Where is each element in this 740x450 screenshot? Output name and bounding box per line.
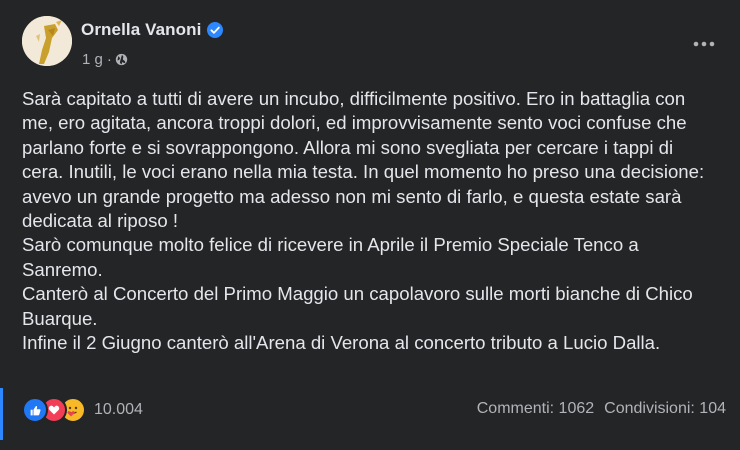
shares-count-link[interactable]: Condivisioni: 104 [604,400,726,418]
post-stats: Commenti: 1062 Condivisioni: 104 [477,400,726,418]
like-reaction-icon [22,397,48,423]
comments-count-link[interactable]: Commenti: 1062 [477,400,594,418]
reactions-summary[interactable]: 10.004 [22,397,143,423]
reaction-count: 10.004 [94,401,143,418]
post-text: Sarà capitato a tutti di avere un incubo… [22,88,705,354]
verified-badge-icon [207,22,224,38]
globe-icon [115,53,128,66]
selection-accent-bar [0,388,3,440]
post-card: Ornella Vanoni 1 g · Sarà capitato a tut… [0,0,740,450]
post-timestamp[interactable]: 1 g [82,51,103,68]
more-options-button[interactable] [686,26,722,62]
post-header: Ornella Vanoni 1 g · [22,16,722,76]
author-avatar[interactable] [22,16,72,66]
post-footer: 10.004 Commenti: 1062 Condivisioni: 104 [22,396,726,426]
more-options-icon [693,41,715,47]
meta-separator: · [106,51,112,68]
author-name[interactable]: Ornella Vanoni [81,20,201,40]
